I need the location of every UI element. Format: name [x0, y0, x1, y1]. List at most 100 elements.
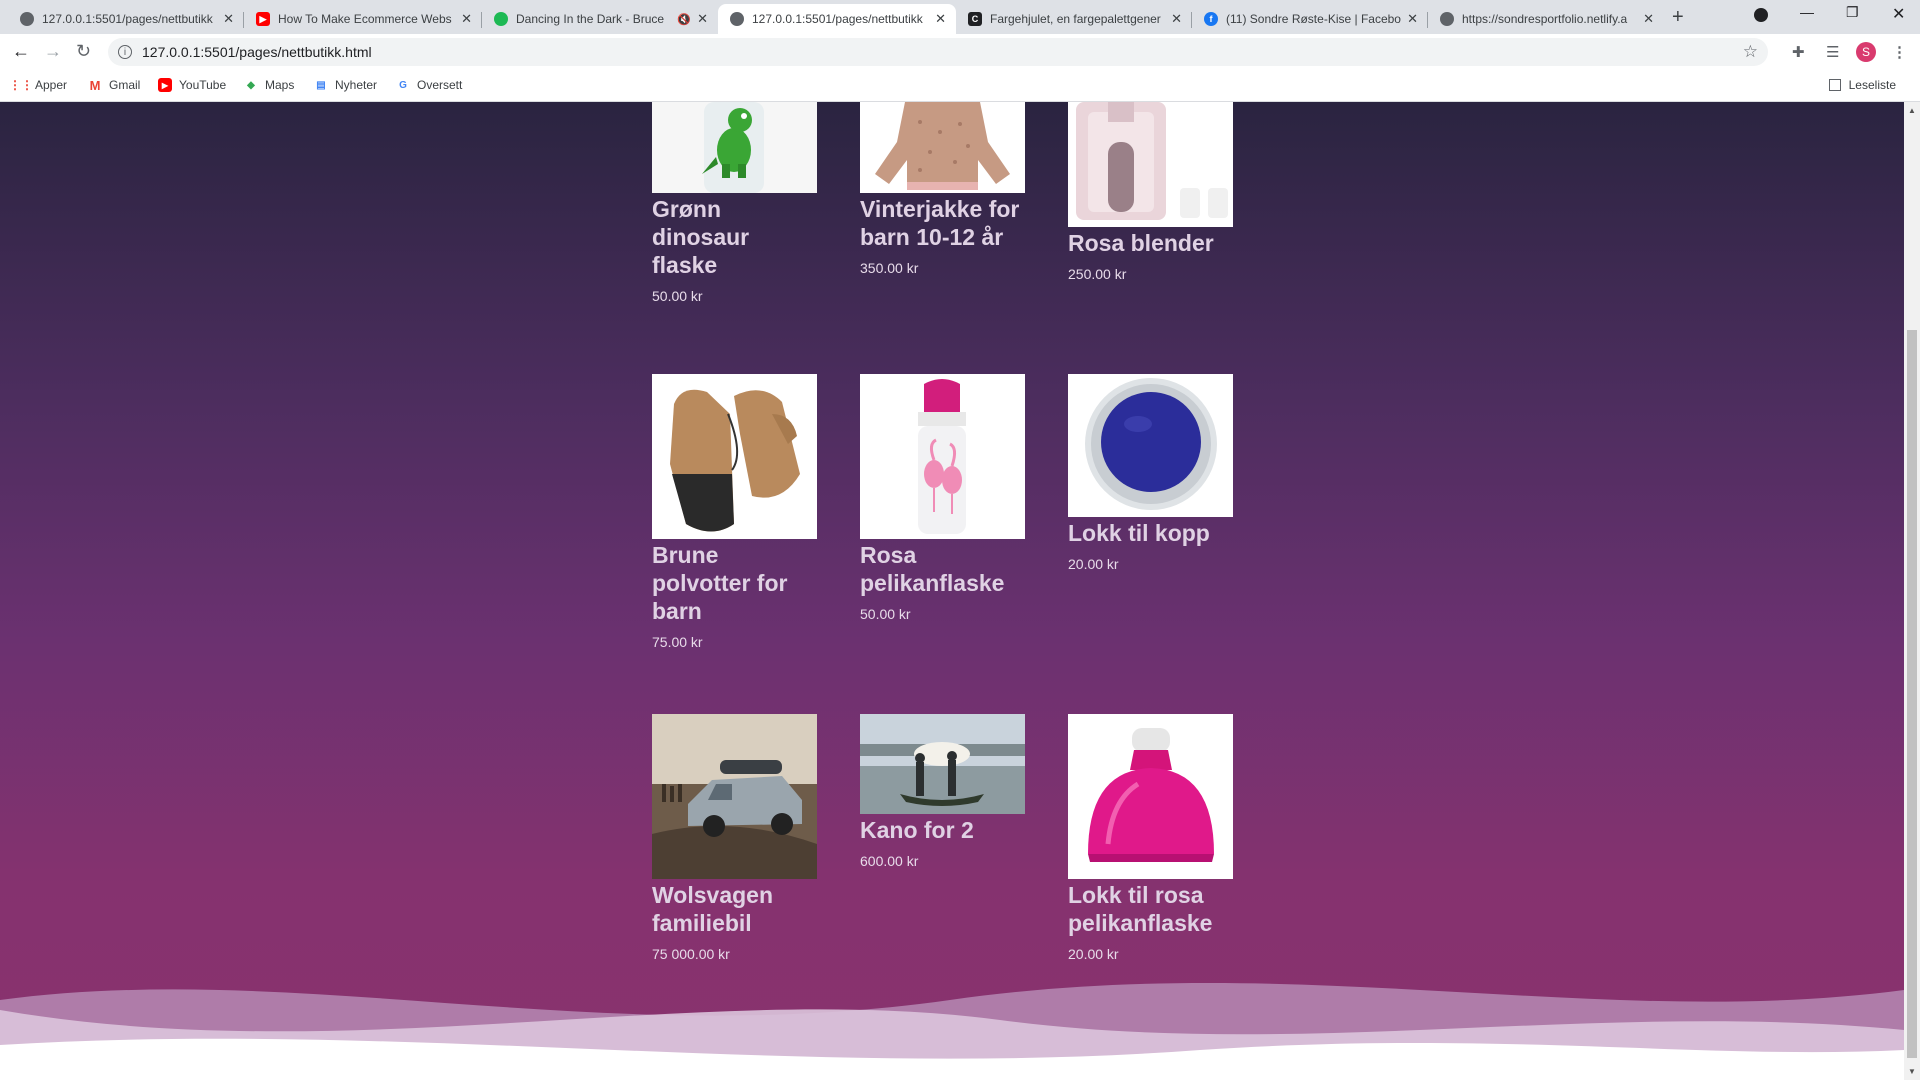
- youtube-icon: ▶: [158, 78, 172, 92]
- close-icon[interactable]: ✕: [697, 11, 708, 27]
- wave-decoration: [0, 982, 1904, 1080]
- address-bar[interactable]: i 127.0.0.1:5501/pages/nettbutikk.html ☆: [108, 38, 1768, 66]
- bookmark-label: Maps: [265, 78, 295, 92]
- product-image[interactable]: [860, 374, 1025, 539]
- product-card[interactable]: Lokk til kopp 20.00 kr: [1068, 374, 1233, 572]
- bookmark-label: YouTube: [179, 78, 227, 92]
- product-name: Lokk til rosa pelikanflaske: [1068, 882, 1213, 936]
- close-icon[interactable]: ✕: [1171, 11, 1182, 27]
- page-viewport: Grønn dinosaur flaske 50.00 kr Vinterjak…: [0, 102, 1904, 1080]
- tab-title: 127.0.0.1:5501/pages/nettbutikk: [42, 12, 213, 26]
- extensions-icon[interactable]: ✚: [1792, 43, 1805, 61]
- bookmark-gmail[interactable]: M Gmail: [88, 77, 141, 93]
- product-card[interactable]: Brune polvotter for barn 75.00 kr: [652, 374, 817, 650]
- product-card[interactable]: Vinterjakke for barn 10-12 år 350.00 kr: [860, 102, 1025, 276]
- menu-icon[interactable]: ⋮: [1892, 43, 1907, 61]
- tab-2[interactable]: ▶ How To Make Ecommerce Webs ✕: [244, 4, 482, 34]
- tab-title: https://sondresportfolio.netlify.a: [1462, 12, 1628, 26]
- media-control-icon[interactable]: ☰: [1826, 43, 1839, 61]
- scroll-down-icon[interactable]: ▼: [1908, 1067, 1916, 1076]
- globe-icon: [730, 12, 744, 26]
- product-name: Vinterjakke for barn 10-12 år: [860, 196, 1020, 250]
- speaker-muted-icon[interactable]: 🔇: [677, 13, 691, 26]
- product-name: Kano for 2: [860, 817, 974, 843]
- product-card[interactable]: Grønn dinosaur flaske 50.00 kr: [652, 102, 817, 304]
- pink-bottle-lid-image: [1088, 728, 1214, 862]
- globe-icon: [20, 12, 34, 26]
- window-close-icon[interactable]: ✕: [1892, 4, 1905, 24]
- product-card[interactable]: Rosa pelikanflaske 50.00 kr: [860, 374, 1025, 622]
- bookmark-label: Apper: [35, 78, 68, 92]
- canoe-image: [860, 714, 1025, 814]
- close-icon[interactable]: ✕: [1643, 11, 1654, 27]
- product-card[interactable]: Kano for 2 600.00 kr: [860, 714, 1025, 869]
- bookmark-apper[interactable]: ⋮⋮ Apper: [9, 78, 68, 92]
- close-icon[interactable]: ✕: [461, 11, 472, 27]
- tab-4-active[interactable]: 127.0.0.1:5501/pages/nettbutikk ✕: [718, 4, 956, 34]
- product-image[interactable]: [652, 102, 817, 193]
- avatar[interactable]: S: [1856, 42, 1876, 62]
- product-name: Rosa pelikanflaske: [860, 542, 1005, 596]
- reading-list-button[interactable]: Leseliste: [1828, 78, 1896, 92]
- tab-7[interactable]: https://sondresportfolio.netlify.a ✕: [1428, 4, 1664, 34]
- product-name: Lokk til kopp: [1068, 520, 1210, 546]
- product-card[interactable]: Rosa blender 250.00 kr: [1068, 102, 1233, 282]
- pink-blender-image: [1076, 102, 1228, 220]
- close-icon[interactable]: ✕: [935, 11, 946, 27]
- product-price: 20.00 kr: [1068, 556, 1119, 572]
- new-tab-icon[interactable]: +: [1672, 6, 1684, 29]
- bookmark-star-icon[interactable]: ☆: [1743, 42, 1758, 62]
- product-image[interactable]: [860, 714, 1025, 814]
- gmail-icon: M: [89, 77, 101, 93]
- tab-search-icon[interactable]: [1754, 8, 1768, 22]
- bookmarks-bar: ⋮⋮ Apper M Gmail ▶ YouTube ◆ Maps ▤ Nyhe…: [0, 70, 1920, 102]
- product-price: 250.00 kr: [1068, 266, 1127, 282]
- tab-1[interactable]: 127.0.0.1:5501/pages/nettbutikk ✕: [8, 4, 244, 34]
- tab-title: Fargehjulet, en fargepalettgener: [990, 12, 1161, 26]
- bookmark-youtube[interactable]: ▶ YouTube: [158, 78, 226, 92]
- minimize-icon[interactable]: —: [1800, 4, 1814, 20]
- translate-icon: G: [399, 79, 407, 91]
- canva-icon: C: [968, 12, 982, 26]
- bookmark-nyheter[interactable]: ▤ Nyheter: [314, 78, 377, 92]
- product-image[interactable]: [1068, 374, 1233, 517]
- tab-title: 127.0.0.1:5501/pages/nettbutikk: [752, 12, 923, 26]
- apps-grid-icon: ⋮⋮: [9, 78, 33, 92]
- tab-title: (11) Sondre Røste-Kise | Facebo: [1226, 12, 1401, 26]
- bookmark-label: Oversett: [417, 78, 463, 92]
- site-info-icon[interactable]: i: [118, 45, 132, 59]
- product-card[interactable]: Wolsvagen familiebil 75 000.00 kr: [652, 714, 817, 962]
- flamingo-bottle-image: [918, 379, 966, 534]
- cup-lid-image: [1085, 378, 1217, 510]
- bookmark-oversett[interactable]: G Oversett: [396, 78, 462, 92]
- reading-list-label: Leseliste: [1848, 78, 1896, 92]
- reading-list-icon: [1828, 79, 1841, 91]
- bookmark-maps[interactable]: ◆ Maps: [244, 78, 294, 92]
- spotify-icon: [494, 12, 508, 26]
- close-icon[interactable]: ✕: [223, 11, 234, 27]
- bookmark-label: Gmail: [109, 78, 141, 92]
- tab-6[interactable]: f (11) Sondre Røste-Kise | Facebo ✕: [1192, 4, 1428, 34]
- forward-icon[interactable]: →: [44, 41, 62, 62]
- page-scrollbar[interactable]: ▲ ▼: [1904, 102, 1920, 1080]
- product-price: 600.00 kr: [860, 853, 919, 869]
- tab-5[interactable]: C Fargehjulet, en fargepalettgener ✕: [956, 4, 1192, 34]
- back-icon[interactable]: ←: [12, 41, 30, 62]
- product-image[interactable]: [652, 714, 817, 879]
- scrollbar-thumb[interactable]: [1907, 330, 1917, 1058]
- maps-icon: ◆: [247, 79, 255, 91]
- restore-icon[interactable]: ❐: [1846, 4, 1859, 21]
- product-image[interactable]: [860, 102, 1025, 193]
- product-image[interactable]: [1068, 714, 1233, 879]
- product-image[interactable]: [652, 374, 817, 539]
- close-icon[interactable]: ✕: [1407, 11, 1418, 27]
- globe-icon: [1440, 12, 1454, 26]
- tab-3[interactable]: Dancing In the Dark - Bruce 🔇 ✕: [482, 4, 718, 34]
- product-price: 50.00 kr: [860, 606, 911, 622]
- scroll-up-icon[interactable]: ▲: [1908, 106, 1916, 115]
- reload-icon[interactable]: ↻: [76, 41, 91, 62]
- product-name: Rosa blender: [1068, 230, 1214, 256]
- product-card[interactable]: Lokk til rosa pelikanflaske 20.00 kr: [1068, 714, 1233, 962]
- product-image[interactable]: [1068, 102, 1233, 227]
- url-text[interactable]: 127.0.0.1:5501/pages/nettbutikk.html: [142, 44, 372, 60]
